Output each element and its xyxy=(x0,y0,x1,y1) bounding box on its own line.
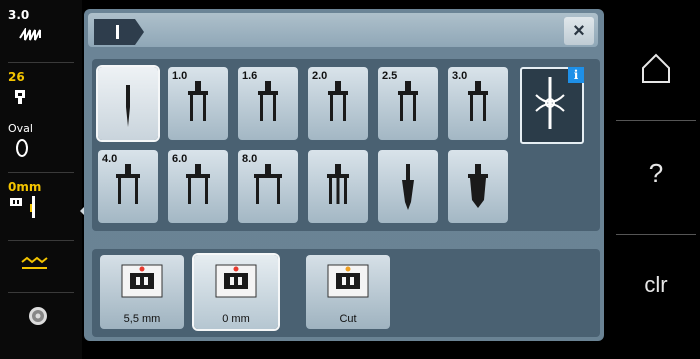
needle-triple[interactable] xyxy=(308,150,368,223)
stitch-plate-cut[interactable]: Cut xyxy=(306,255,390,329)
help-button[interactable]: ? xyxy=(612,158,700,189)
needle-twin-8-0[interactable]: 8.0 xyxy=(238,150,298,223)
needle-wing[interactable] xyxy=(378,150,438,223)
stitch-plate-bar: 5,5 mm 0 mm Cut xyxy=(92,249,600,337)
needle-selection-dialog: × 1.0 1.6 2.0 2.5 3.0 i 4.0 6.0 8.0 5,5 … xyxy=(84,9,604,341)
twin-needle-icon xyxy=(186,164,210,204)
bobbin-button[interactable] xyxy=(8,302,76,332)
zigzag-width-icon xyxy=(19,28,41,41)
twin-needle-icon xyxy=(258,81,278,121)
home-button[interactable] xyxy=(612,48,700,88)
stitch-plate-icon xyxy=(327,264,369,298)
needle-twin-1-6[interactable]: 1.6 xyxy=(238,67,298,140)
bobbin-icon xyxy=(29,307,47,325)
presser-foot-icon xyxy=(15,90,25,104)
needle-position-value: 0mm xyxy=(8,180,42,194)
stitch-length-button[interactable]: 26 xyxy=(8,70,76,110)
clear-button[interactable]: clr xyxy=(612,272,700,298)
needle-tab[interactable] xyxy=(94,19,144,45)
twin-needle-icon xyxy=(116,164,140,204)
needle-twin-6-0[interactable]: 6.0 xyxy=(168,150,228,223)
needle-single[interactable] xyxy=(98,67,158,140)
left-status-bar: 3.0 26 Oval 0mm xyxy=(0,0,82,359)
needle-twin-1-0[interactable]: 1.0 xyxy=(168,67,228,140)
single-needle-icon xyxy=(126,85,130,127)
needle-tab-icon xyxy=(116,25,119,39)
stitch-plate-icon xyxy=(215,264,257,298)
stitch-plate-label: 0 mm xyxy=(222,313,250,325)
needle-position-button[interactable]: 0mm xyxy=(8,180,76,228)
wing-needle-icon xyxy=(402,164,414,210)
triple-needle-icon xyxy=(327,164,349,204)
stitch-plate-icon xyxy=(121,264,163,298)
needle-twin-2-0[interactable]: 2.0 xyxy=(308,67,368,140)
right-nav: ? clr xyxy=(612,0,700,359)
needle-twin-2-5[interactable]: 2.5 xyxy=(378,67,438,140)
dialog-title-bar: × xyxy=(88,13,598,47)
stitch-plate-label: 5,5 mm xyxy=(123,313,161,325)
stitch-plate-5-5mm[interactable]: 5,5 mm xyxy=(100,255,184,329)
hoop-button[interactable]: Oval xyxy=(8,122,76,166)
home-icon xyxy=(642,53,670,83)
stitch-plate-label: Cut xyxy=(339,313,357,325)
twin-needle-icon xyxy=(188,81,208,121)
zigzag-stitch-icon xyxy=(21,256,48,269)
stitch-plate-0mm[interactable]: 0 mm xyxy=(194,255,278,329)
stitch-width-value: 3.0 xyxy=(8,8,30,22)
twin-needle-icon xyxy=(328,81,348,121)
stitch-width-button[interactable]: 3.0 xyxy=(8,8,76,48)
needle-grid: 1.0 1.6 2.0 2.5 3.0 i 4.0 6.0 8.0 xyxy=(92,59,600,231)
needle-threader-info[interactable]: i xyxy=(520,67,584,144)
twin-needle-icon xyxy=(468,81,488,121)
twin-needle-icon xyxy=(398,81,418,121)
needle-position-icon xyxy=(10,196,35,218)
info-badge[interactable]: i xyxy=(568,67,584,83)
oval-hoop-icon xyxy=(16,139,28,157)
needle-twin-3-0[interactable]: 3.0 xyxy=(448,67,508,140)
stitch-length-value: 26 xyxy=(8,70,25,84)
hoop-label: Oval xyxy=(8,122,33,135)
needle-twin-4-0[interactable]: 4.0 xyxy=(98,150,158,223)
close-button[interactable]: × xyxy=(564,17,594,45)
stitch-pattern-button[interactable] xyxy=(8,252,76,280)
special-needle-icon xyxy=(468,164,488,208)
needle-special[interactable] xyxy=(448,150,508,223)
twin-needle-icon xyxy=(254,164,282,204)
